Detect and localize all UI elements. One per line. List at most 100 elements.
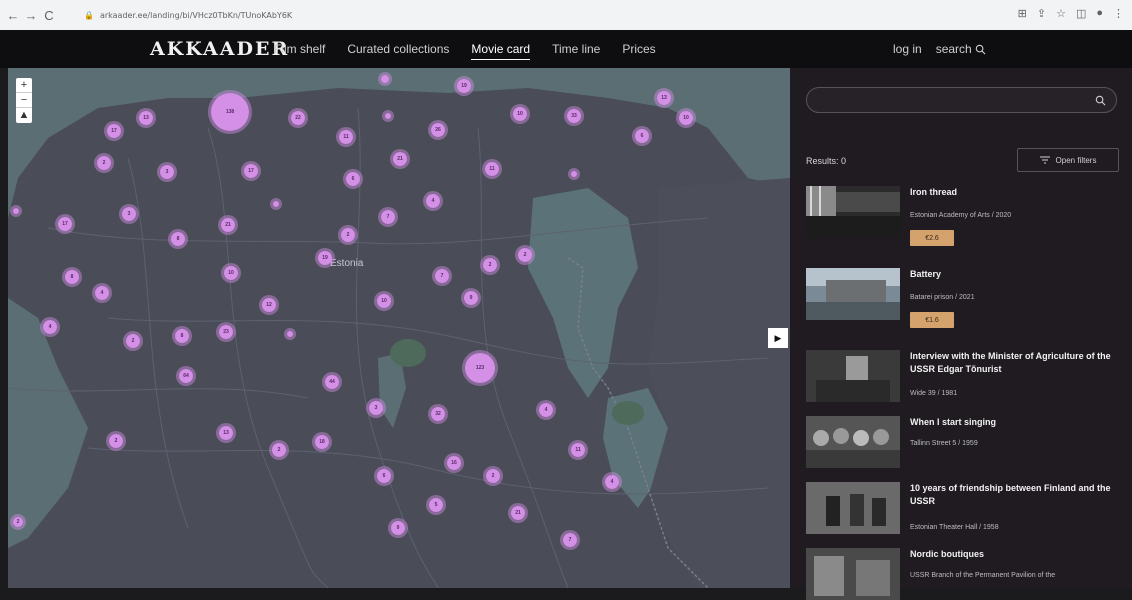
map-cluster-marker[interactable]: 33 — [564, 106, 584, 126]
map-cluster-marker[interactable]: 138 — [208, 90, 252, 134]
map-cluster-marker[interactable]: 4 — [92, 283, 112, 303]
compass-button[interactable]: ▲ — [16, 108, 32, 123]
map-cluster-marker[interactable]: 8 — [62, 267, 82, 287]
film-title[interactable]: Battery — [910, 268, 1120, 281]
nav-time-line[interactable]: Time line — [552, 42, 600, 60]
sidepanel-icon[interactable]: ◫ — [1076, 7, 1086, 20]
zoom-out-button[interactable]: − — [16, 93, 32, 108]
map-cluster-marker[interactable]: 21 — [390, 149, 410, 169]
map-cluster-marker[interactable]: 10 — [676, 108, 696, 128]
map-cluster-marker[interactable]: 17 — [241, 161, 261, 181]
map-cluster-marker[interactable]: 2 — [338, 225, 358, 245]
map-cluster-marker[interactable]: 16 — [444, 453, 464, 473]
map-cluster-marker[interactable]: 7 — [432, 266, 452, 286]
map-cluster-marker[interactable]: 123 — [462, 350, 498, 386]
map-cluster-marker[interactable]: 4 — [423, 191, 443, 211]
map-cluster-marker[interactable]: 13 — [654, 88, 674, 108]
map-cluster-marker[interactable]: 13 — [136, 108, 156, 128]
map-cluster-marker[interactable]: 13 — [216, 423, 236, 443]
map-cluster-marker[interactable]: 5 — [426, 495, 446, 515]
logo[interactable]: AKKAADER — [150, 38, 289, 60]
map-cluster-marker[interactable]: 22 — [288, 108, 308, 128]
map-cluster-marker[interactable]: 2 — [106, 431, 126, 451]
film-item[interactable]: When I start singing Tallinn Street 5 / … — [806, 416, 1122, 472]
sidebar-search-input[interactable] — [806, 87, 1117, 113]
map-cluster-marker[interactable]: 32 — [428, 404, 448, 424]
nav-prices[interactable]: Prices — [622, 42, 655, 60]
film-thumbnail[interactable] — [806, 268, 900, 320]
map-cluster-marker[interactable]: 3 — [366, 398, 386, 418]
map-cluster-marker[interactable]: 6 — [374, 466, 394, 486]
film-title[interactable]: Nordic boutiques — [910, 548, 1120, 561]
map-cluster-marker[interactable]: 8 — [172, 326, 192, 346]
film-item[interactable]: Iron thread Estonian Academy of Arts / 2… — [806, 186, 1122, 246]
map-cluster-marker[interactable]: 2 — [123, 331, 143, 351]
map-cluster-marker[interactable]: 19 — [315, 248, 335, 268]
map-cluster-marker[interactable]: 7 — [378, 207, 398, 227]
map-cluster-marker[interactable] — [10, 205, 22, 217]
reload-icon[interactable]: C — [40, 8, 58, 23]
map-view[interactable]: + − ▲ Estonia 138 19 13 10 33 10 6 13 17 22 11 26 2 3… — [8, 68, 790, 588]
login-link[interactable]: log in — [893, 42, 922, 56]
profile-icon[interactable]: ● — [1096, 7, 1103, 20]
map-cluster-marker[interactable]: 10 — [374, 291, 394, 311]
menu-icon[interactable]: ⋮ — [1113, 7, 1124, 20]
map-cluster-marker[interactable]: 8 — [168, 229, 188, 249]
map-cluster-marker[interactable]: 4 — [536, 400, 556, 420]
map-cluster-marker[interactable]: 10 — [221, 263, 241, 283]
sidebar-toggle-button[interactable]: ▶ — [768, 328, 788, 348]
map-cluster-marker[interactable]: 3 — [119, 204, 139, 224]
price-badge[interactable]: €1.6 — [910, 312, 954, 328]
map-cluster-marker[interactable]: 21 — [508, 503, 528, 523]
map-cluster-marker[interactable]: 4 — [602, 472, 622, 492]
nav-curated-collections[interactable]: Curated collections — [347, 42, 449, 60]
map-cluster-marker[interactable]: 4 — [40, 317, 60, 337]
map-cluster-marker[interactable]: 26 — [428, 120, 448, 140]
translate-icon[interactable]: ⊞ — [1018, 7, 1027, 20]
film-thumbnail[interactable] — [806, 350, 900, 402]
map-cluster-marker[interactable]: 7 — [560, 530, 580, 550]
address-bar[interactable]: 🔒 arkaader.ee/landing/bi/VHcz0TbKn/TUnoK… — [84, 6, 292, 24]
film-item[interactable]: Nordic boutiques USSR Branch of the Perm… — [806, 548, 1122, 600]
film-title[interactable]: Iron thread — [910, 186, 1120, 199]
map-cluster-marker[interactable]: 64 — [176, 366, 196, 386]
film-thumbnail[interactable] — [806, 186, 900, 238]
map-cluster-marker[interactable]: 23 — [216, 322, 236, 342]
open-filters-button[interactable]: Open filters — [1017, 148, 1119, 172]
map-cluster-marker[interactable]: 11 — [336, 127, 356, 147]
map-cluster-marker[interactable]: 17 — [55, 214, 75, 234]
film-item[interactable]: Interview with the Minister of Agricultu… — [806, 350, 1122, 410]
film-title[interactable]: 10 years of friendship between Finland a… — [910, 482, 1120, 508]
map-cluster-marker[interactable] — [382, 110, 394, 122]
map-cluster-marker[interactable]: 2 — [480, 255, 500, 275]
map-cluster-marker[interactable]: 6 — [343, 169, 363, 189]
nav-film-shelf[interactable]: Film shelf — [274, 42, 325, 60]
map-cluster-marker[interactable]: 9 — [388, 518, 408, 538]
map-cluster-marker[interactable]: 10 — [510, 104, 530, 124]
film-thumbnail[interactable] — [806, 548, 900, 600]
map-cluster-marker[interactable]: 9 — [461, 288, 481, 308]
map-cluster-marker[interactable]: 44 — [322, 372, 342, 392]
map-cluster-marker[interactable]: 21 — [218, 215, 238, 235]
map-cluster-marker[interactable]: 2 — [515, 245, 535, 265]
film-title[interactable]: When I start singing — [910, 416, 1120, 429]
share-icon[interactable]: ⇪ — [1037, 7, 1046, 20]
map-cluster-marker[interactable]: 2 — [269, 440, 289, 460]
film-title[interactable]: Interview with the Minister of Agricultu… — [910, 350, 1120, 376]
price-badge[interactable]: €2.6 — [910, 230, 954, 246]
map-cluster-marker[interactable]: 17 — [104, 121, 124, 141]
nav-movie-card[interactable]: Movie card — [471, 42, 531, 60]
map-cluster-marker[interactable]: 11 — [482, 159, 502, 179]
back-arrow-icon[interactable]: ← — [4, 8, 22, 23]
search-link[interactable]: search — [936, 42, 986, 56]
map-cluster-marker[interactable] — [284, 328, 296, 340]
film-thumbnail[interactable] — [806, 482, 900, 534]
map-cluster-marker[interactable]: 12 — [259, 295, 279, 315]
map-cluster-marker[interactable]: 3 — [157, 162, 177, 182]
map-cluster-marker[interactable]: 18 — [312, 432, 332, 452]
zoom-in-button[interactable]: + — [16, 78, 32, 93]
film-item[interactable]: Battery Batarei prison / 2021 €1.6 — [806, 268, 1122, 328]
map-cluster-marker[interactable] — [270, 198, 282, 210]
film-thumbnail[interactable] — [806, 416, 900, 468]
forward-arrow-icon[interactable]: → — [22, 8, 40, 23]
